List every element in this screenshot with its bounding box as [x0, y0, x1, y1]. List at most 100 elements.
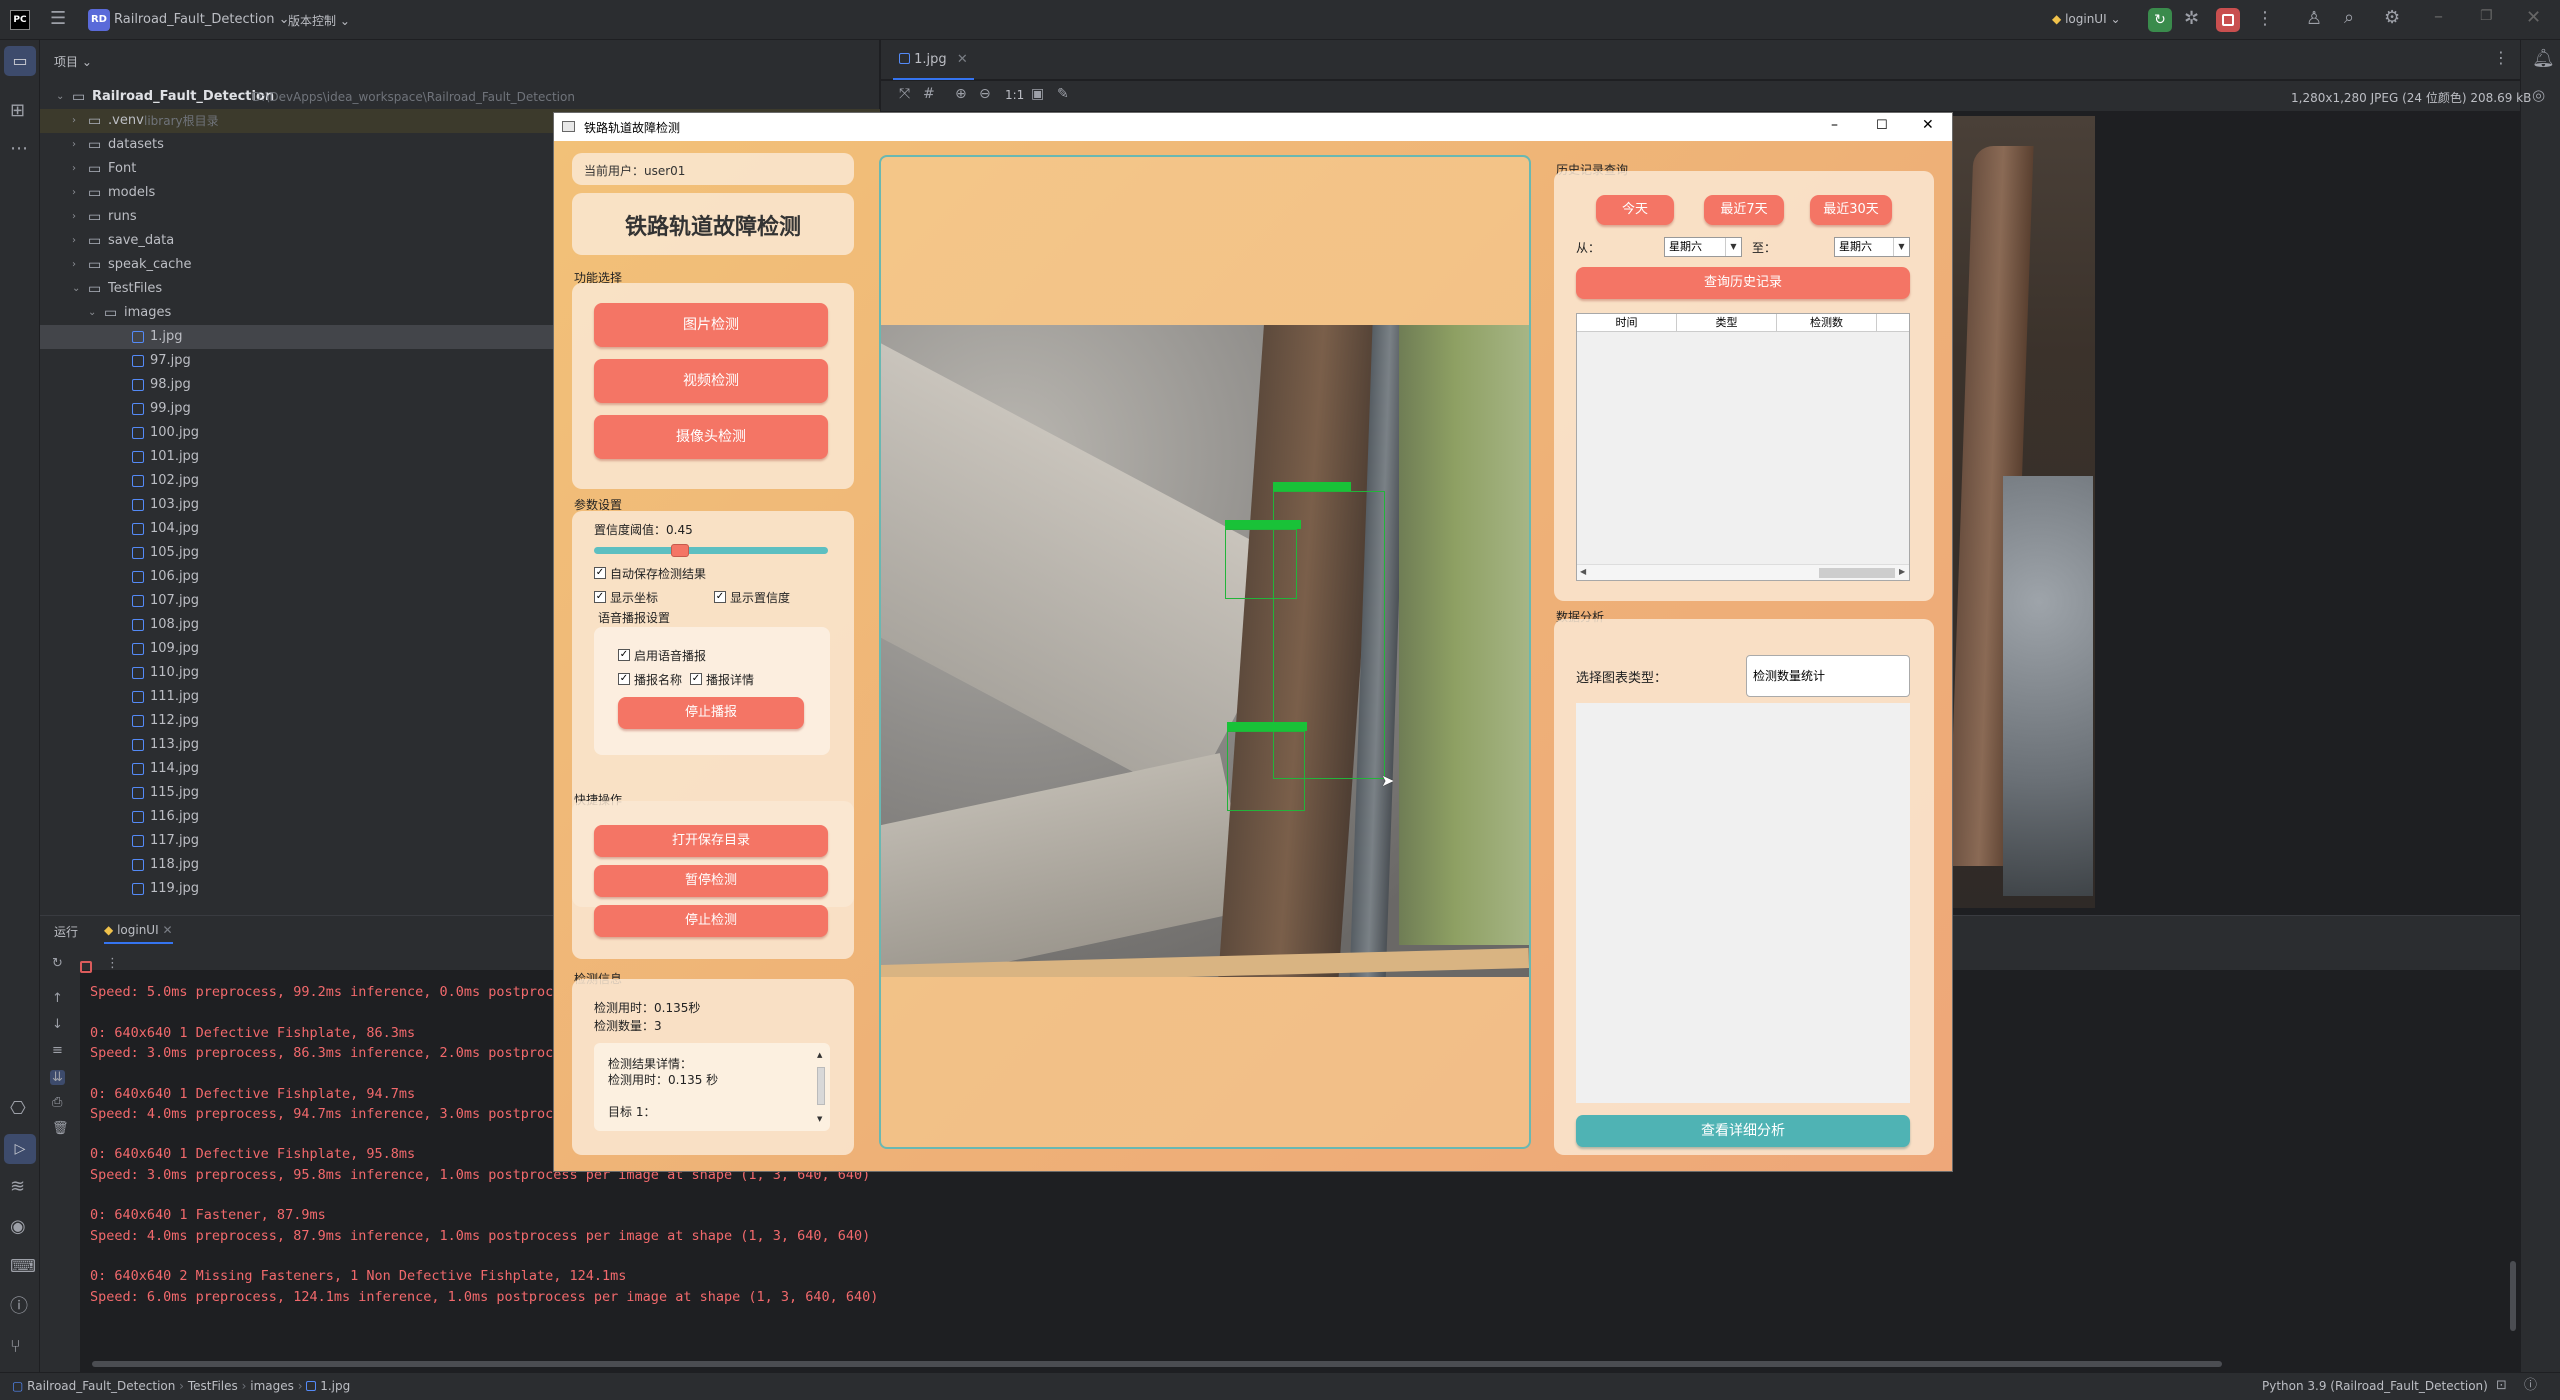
- image-file-icon: [132, 835, 144, 847]
- run-more-icon[interactable]: ⋮: [106, 957, 119, 970]
- from-date-select[interactable]: 星期六 ▼: [1664, 237, 1742, 257]
- debug-icon[interactable]: ✲: [2184, 10, 2199, 28]
- tree-item-label: 106.jpg: [150, 569, 200, 584]
- current-user: 当前用户：user01: [584, 164, 686, 178]
- chart-type-label: 选择图表类型：: [1576, 671, 1668, 686]
- pause-button[interactable]: 暂停检测: [594, 865, 828, 897]
- detection-label-2: [1225, 520, 1301, 529]
- tree-item-label: TestFiles: [108, 281, 163, 296]
- enable-voice-checkbox[interactable]: ✓ 启用语音播报: [618, 647, 706, 663]
- detection-box-2: [1225, 529, 1297, 599]
- show-conf-checkbox[interactable]: ✓ 显示置信度: [714, 589, 790, 605]
- interpreter-selector[interactable]: Python 3.9 (Railroad_Fault_Detection): [2262, 1379, 2488, 1393]
- python-packages-icon[interactable]: ⎔: [10, 1100, 26, 1118]
- speak-name-checkbox[interactable]: ✓ 播报名称: [618, 671, 682, 687]
- rerun-button[interactable]: ↻: [2148, 8, 2172, 32]
- confidence-slider-track[interactable]: [594, 547, 828, 554]
- detail-scrollbar[interactable]: ▲ ▼: [816, 1051, 826, 1125]
- history-card: 今天 最近7天 最近30天 从： 星期六 ▼ 至： 星期六 ▼ 查询历史记录 时间 …: [1554, 171, 1934, 601]
- ai-assistant-icon[interactable]: ◎: [2532, 88, 2545, 103]
- zoom-out-icon[interactable]: ⊖: [979, 87, 991, 101]
- background-icon[interactable]: ▣: [1031, 87, 1044, 101]
- stop-speak-button[interactable]: 停止播报: [618, 697, 804, 729]
- more-tools-icon[interactable]: ⋯: [10, 140, 28, 158]
- query-history-button[interactable]: 查询历史记录: [1576, 267, 1910, 299]
- project-selector[interactable]: Railroad_Fault_Detection ⌄: [114, 12, 290, 27]
- image-file-icon: [899, 53, 910, 64]
- layers-icon[interactable]: ≋: [10, 1178, 25, 1196]
- mouse-cursor-icon: ➤: [1381, 771, 1395, 790]
- show-coords-checkbox[interactable]: ✓ 显示坐标: [594, 589, 658, 605]
- restore-icon[interactable]: ❐: [2480, 9, 2493, 23]
- lock-icon[interactable]: ⊡: [2496, 1379, 2507, 1392]
- main-menu-icon[interactable]: ☰: [50, 10, 66, 28]
- stop-detect-button[interactable]: 停止检测: [594, 905, 828, 937]
- gear-icon[interactable]: ⚙: [2384, 9, 2400, 27]
- breadcrumb[interactable]: ▢ Railroad_Fault_Detection › TestFiles ›…: [12, 1379, 350, 1393]
- project-badge[interactable]: RD: [88, 9, 110, 31]
- close-tab-icon[interactable]: ✕: [957, 52, 968, 67]
- project-tool-button[interactable]: ▭: [4, 46, 36, 76]
- close-icon[interactable]: ✕: [2526, 9, 2541, 27]
- more-icon[interactable]: ⋮: [2256, 10, 2274, 28]
- stop-button[interactable]: [2216, 8, 2240, 32]
- to-date-select[interactable]: 星期六 ▼: [1834, 237, 1910, 257]
- last-30-days-button[interactable]: 最近30天: [1810, 195, 1892, 225]
- image-detect-button[interactable]: 图片检测: [594, 303, 828, 347]
- tree-item-label: 114.jpg: [150, 761, 200, 776]
- run-config-tab[interactable]: ◆ loginUI ✕: [104, 923, 173, 944]
- video-detect-button[interactable]: 视频检测: [594, 359, 828, 403]
- structure-icon[interactable]: ⊞: [10, 102, 25, 120]
- rerun-icon[interactable]: ↻: [52, 957, 63, 970]
- zoom-in-icon[interactable]: ⊕: [955, 87, 967, 101]
- speak-detail-checkbox[interactable]: ✓ 播报详情: [690, 671, 754, 687]
- status-info-icon[interactable]: ⓘ: [2524, 1379, 2537, 1392]
- last-7-days-button[interactable]: 最近7天: [1704, 195, 1784, 225]
- add-user-icon[interactable]: ♙: [2306, 10, 2322, 28]
- auto-save-checkbox[interactable]: ✓ 自动保存检测结果: [594, 565, 706, 581]
- app-maximize-icon[interactable]: ☐: [1876, 118, 1888, 133]
- tree-root[interactable]: ⌄ ▭ Railroad_Fault_Detection D:\DevApps\…: [40, 85, 880, 109]
- terminal-icon[interactable]: ⌨: [10, 1258, 36, 1276]
- detail-analysis-button[interactable]: 查看详细分析: [1576, 1115, 1910, 1147]
- actual-size-button[interactable]: 1:1: [1005, 88, 1024, 102]
- run-config-selector[interactable]: ◆ loginUI ⌄: [2052, 12, 2121, 26]
- editor-more-icon[interactable]: ⋮: [2493, 50, 2509, 66]
- editor-tab[interactable]: 1.jpg ✕: [893, 40, 974, 80]
- tree-item-label: 100.jpg: [150, 425, 200, 440]
- notifications-icon[interactable]: 🔔︎: [2532, 50, 2555, 68]
- open-dir-button[interactable]: 打开保存目录: [594, 825, 828, 857]
- close-run-tab-icon[interactable]: ✕: [162, 923, 172, 937]
- app-minimize-icon[interactable]: –: [1831, 117, 1838, 133]
- console-v-scrollbar[interactable]: [2510, 1261, 2516, 1331]
- col-extra[interactable]: [1877, 314, 1909, 331]
- project-panel-title[interactable]: 项目 ⌄: [54, 53, 92, 70]
- grid-icon[interactable]: #: [923, 87, 935, 101]
- tree-item-label: 97.jpg: [150, 353, 191, 368]
- table-h-scrollbar[interactable]: ◀ ▶: [1577, 564, 1909, 580]
- chart-type-select[interactable]: 检测数量统计: [1746, 655, 1910, 697]
- confidence-slider-handle[interactable]: [671, 544, 690, 557]
- stop-run-icon[interactable]: [80, 961, 92, 973]
- app-close-icon[interactable]: ✕: [1922, 117, 1934, 133]
- run-tool-button[interactable]: ▷: [4, 1134, 36, 1164]
- col-count[interactable]: 检测数: [1777, 314, 1877, 331]
- folder-icon: ▭: [88, 161, 102, 177]
- folder-icon: ▭: [104, 305, 118, 321]
- minimize-icon[interactable]: –: [2434, 8, 2443, 26]
- camera-detect-button[interactable]: 摄像头检测: [594, 415, 828, 459]
- fit-icon[interactable]: ⤧: [899, 87, 910, 101]
- color-picker-icon[interactable]: ✎: [1057, 87, 1069, 101]
- search-icon[interactable]: ⌕: [2344, 9, 2354, 27]
- detail-box[interactable]: 检测结果详情： 检测用时：0.135 秒 目标 1： ▲ ▼: [594, 1043, 830, 1131]
- services-icon[interactable]: ◉: [10, 1218, 26, 1236]
- problems-icon[interactable]: ⓘ: [10, 1298, 28, 1316]
- git-icon[interactable]: ⑂: [10, 1338, 21, 1356]
- today-button[interactable]: 今天: [1596, 195, 1674, 225]
- console-h-scrollbar[interactable]: [92, 1361, 2222, 1367]
- image-file-icon: [132, 355, 144, 367]
- history-table[interactable]: 时间 类型 检测数 ◀ ▶: [1576, 313, 1910, 581]
- vcs-menu[interactable]: 版本控制 ⌄: [288, 12, 350, 29]
- col-type[interactable]: 类型: [1677, 314, 1777, 331]
- col-time[interactable]: 时间: [1577, 314, 1677, 331]
